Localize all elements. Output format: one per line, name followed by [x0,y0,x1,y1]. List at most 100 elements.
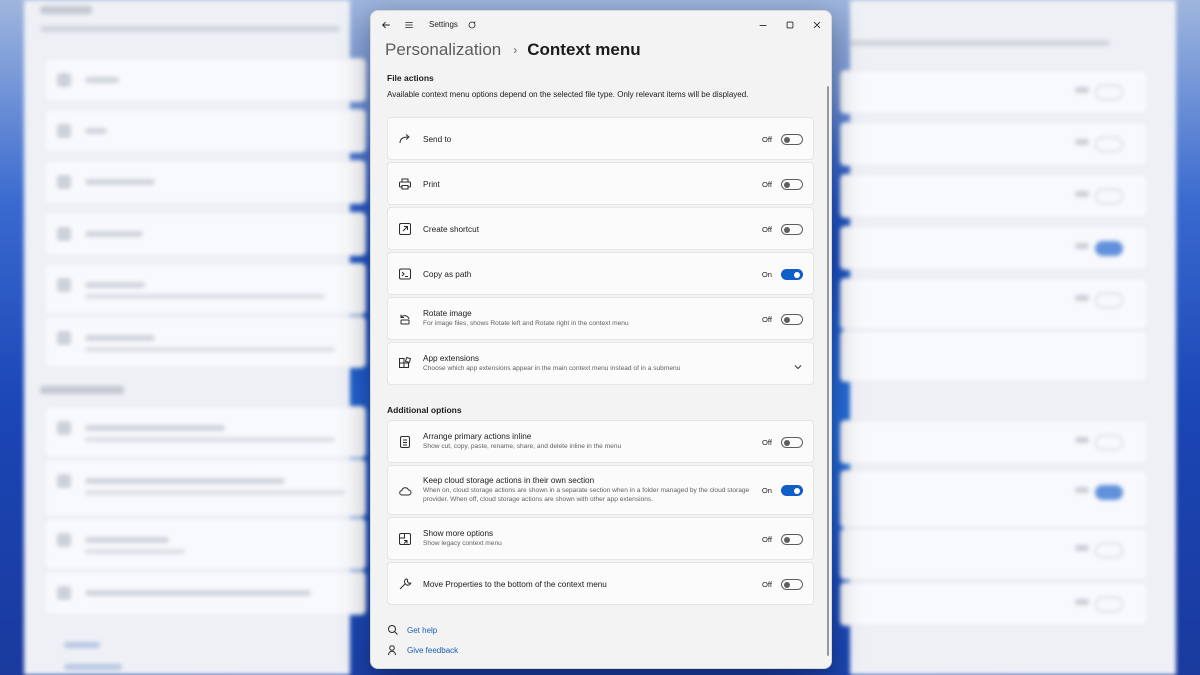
ghost-off [1075,487,1089,493]
send-icon [398,132,412,146]
ghost-toggle [1095,241,1123,256]
ghost-card [840,174,1148,218]
setting-description: Choose which app extensions appear in th… [423,365,681,372]
ghost-line [85,231,143,237]
ghost-card [840,420,1148,464]
cloud-storage-toggle[interactable] [781,485,803,496]
ghost-card [840,330,1148,382]
ghost-desc [850,40,1110,46]
ghost-card [44,109,366,153]
ghost-toggle [1095,485,1123,500]
ghost-line [85,179,155,185]
hamburger-menu-icon[interactable] [401,17,417,33]
ghost-icon [57,474,71,488]
setting-cloud-storage-section: Keep cloud storage actions in their own … [387,465,814,515]
ghost-line [85,282,145,288]
ghost-line [85,478,285,484]
ghost-card [44,518,366,570]
toggle-state: Off [762,180,772,189]
setting-show-more-options: Show more options Show legacy context me… [387,517,814,560]
ghost-toggle [1095,435,1123,450]
minimize-button[interactable] [755,17,771,33]
maximize-button[interactable] [782,17,798,33]
setting-description: When on, cloud storage actions are shown… [423,487,750,503]
blurred-settings-left [24,0,366,675]
ghost-icon [57,124,71,138]
ghost-toggle [1095,543,1123,558]
setting-label: Move Properties to the bottom of the con… [423,580,607,589]
ghost-sub [85,437,335,442]
toggle-state: Off [762,225,772,234]
vertical-scrollbar[interactable] [827,86,829,656]
ghost-link [64,664,122,670]
ghost-toggle [1095,293,1123,308]
chevron-down-icon[interactable] [793,359,803,370]
give-feedback-label[interactable]: Give feedback [407,646,458,655]
close-button[interactable] [809,17,825,33]
title-bar: Settings [371,11,831,39]
ghost-card [840,470,1148,528]
page-title: Context menu [527,40,641,59]
blurred-settings-right [840,0,1176,675]
toggle-state: On [761,270,772,279]
setting-move-properties: Move Properties to the bottom of the con… [387,562,814,605]
feedback-icon [387,644,399,656]
ghost-off [1075,139,1089,145]
get-help-label[interactable]: Get help [407,626,437,635]
ghost-off [1075,87,1089,93]
copy-path-icon [398,267,412,281]
ghost-icon [57,278,71,292]
setting-copy-as-path: Copy as path On [387,252,814,295]
ghost-card [44,212,366,256]
toggle-state: Off [762,438,772,447]
ghost-off [1075,545,1089,551]
toggle-state: Off [762,580,772,589]
ghost-sub [85,549,185,554]
setting-print: Print Off [387,162,814,205]
ghost-toggle [1095,597,1123,612]
setting-label: Arrange primary actions inline [423,432,532,441]
shortcut-icon [398,222,412,236]
create-shortcut-toggle[interactable] [781,224,803,235]
ghost-card [44,571,366,615]
help-icon [387,624,399,636]
arrange-inline-toggle[interactable] [781,437,803,448]
window-title: Settings [429,20,458,29]
ghost-card [840,528,1148,580]
ghost-icon [57,533,71,547]
setting-description: For image files, shows Rotate left and R… [423,320,629,327]
ghost-card [44,58,366,102]
maximize-icon [786,21,794,29]
back-arrow-icon[interactable] [378,17,394,33]
ghost-off [1075,599,1089,605]
ghost-line [85,128,107,134]
give-feedback-link[interactable]: Give feedback [387,644,458,656]
setting-app-extensions[interactable]: App extensions Choose which app extensio… [387,342,814,385]
show-more-options-toggle[interactable] [781,534,803,545]
setting-arrange-inline: Arrange primary actions inline Show cut,… [387,420,814,463]
ghost-toggle [1095,189,1123,204]
ghost-off [1075,191,1089,197]
cloud-icon [398,484,412,498]
ghost-off [1075,243,1089,249]
send-to-toggle[interactable] [781,134,803,145]
close-icon [813,21,821,29]
get-help-link[interactable]: Get help [387,624,437,636]
setting-rotate-image: Rotate image For image files, shows Rota… [387,297,814,340]
refresh-icon[interactable] [464,17,480,33]
toggle-state: On [761,486,772,495]
ghost-sub [85,347,335,352]
ghost-heading [40,6,92,14]
print-toggle[interactable] [781,179,803,190]
ghost-line [85,335,155,341]
printer-icon [398,177,412,191]
copy-as-path-toggle[interactable] [781,269,803,280]
move-properties-toggle[interactable] [781,579,803,590]
breadcrumb-parent[interactable]: Personalization [385,40,501,60]
ghost-toggle [1095,137,1123,152]
minimize-icon [759,25,767,26]
toggle-state: Off [762,135,772,144]
setting-label: Keep cloud storage actions in their own … [423,476,595,485]
rotate-image-toggle[interactable] [781,314,803,325]
ghost-card [44,160,366,204]
